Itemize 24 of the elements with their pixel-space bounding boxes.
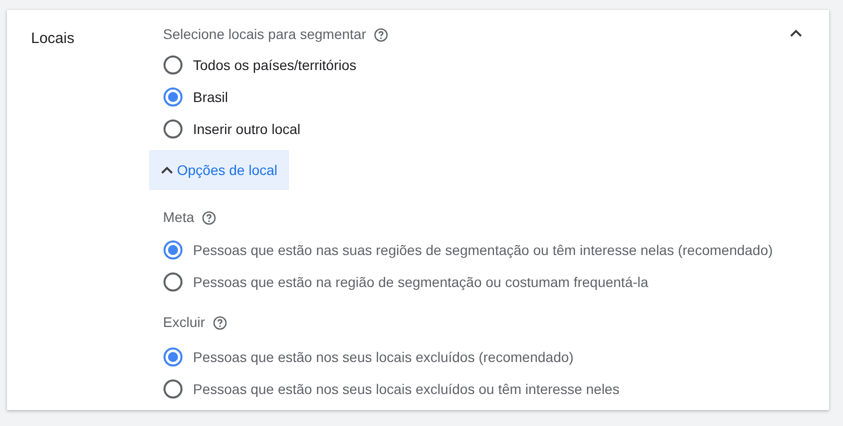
group-label: Selecione locais para segmentar: [163, 25, 366, 44]
section-title: Locais: [31, 30, 74, 47]
collapse-chevron-icon[interactable]: [789, 28, 803, 38]
radio-button[interactable]: [163, 272, 183, 292]
group-label: Excluir: [163, 313, 206, 332]
radio-label[interactable]: Pessoas que estão na região de segmentação ou costumam frequentá-la: [193, 272, 648, 292]
help-icon[interactable]: [213, 316, 228, 330]
radio-label[interactable]: Todos os países/territórios: [193, 54, 356, 76]
help-icon[interactable]: [202, 210, 216, 224]
group-label: Meta: [163, 208, 194, 227]
radio-button[interactable]: [163, 379, 183, 399]
location-options-button[interactable]: Opções de local: [149, 150, 290, 190]
radio-label[interactable]: Pessoas que estão nos seus locais excluídos (recomendado): [193, 346, 574, 368]
radio-button[interactable]: [163, 87, 183, 107]
radio-label[interactable]: Inserir outro local: [193, 118, 300, 140]
radio-label[interactable]: Pessoas que estão nos seus locais excluídos ou têm interesse neles: [193, 378, 620, 400]
radio-button[interactable]: [163, 240, 183, 260]
radio-button[interactable]: [163, 347, 183, 367]
radio-label[interactable]: Brasil: [193, 86, 228, 108]
radio-label[interactable]: Pessoas que estão nas suas regiões de segmentação ou têm interesse nelas (recomendado): [193, 240, 773, 260]
radio-button[interactable]: [163, 55, 183, 75]
radio-button[interactable]: [163, 119, 183, 139]
chevron-icon: [161, 166, 173, 174]
help-icon[interactable]: [374, 28, 388, 42]
